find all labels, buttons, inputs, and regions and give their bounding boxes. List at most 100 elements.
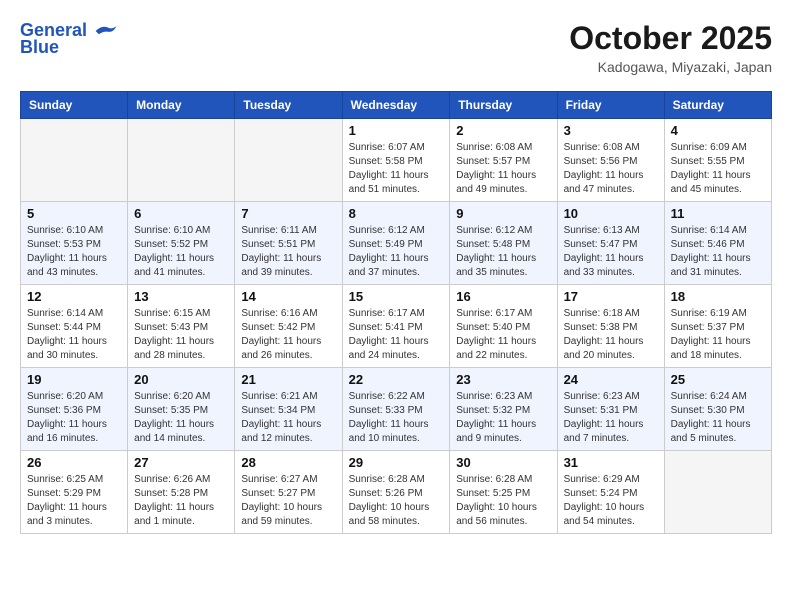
calendar-day-13: 13 Sunrise: 6:15 AM Sunset: 5:43 PM Dayli… bbox=[128, 285, 235, 368]
day-number: 19 bbox=[27, 372, 121, 387]
calendar-day-1: 1 Sunrise: 6:07 AM Sunset: 5:58 PM Daylig… bbox=[342, 119, 450, 202]
day-info: Sunrise: 6:12 AM Sunset: 5:49 PM Dayligh… bbox=[349, 224, 444, 280]
calendar-day-11: 11 Sunrise: 6:14 AM Sunset: 5:46 PM Dayli… bbox=[664, 202, 771, 285]
day-number: 23 bbox=[456, 372, 550, 387]
logo: General Blue bbox=[20, 20, 118, 58]
calendar-week-row: 26 Sunrise: 6:25 AM Sunset: 5:29 PM Dayli… bbox=[21, 451, 772, 534]
location-subtitle: Kadogawa, Miyazaki, Japan bbox=[569, 59, 772, 75]
title-block: October 2025 Kadogawa, Miyazaki, Japan bbox=[569, 20, 772, 75]
day-info: Sunrise: 6:11 AM Sunset: 5:51 PM Dayligh… bbox=[241, 224, 335, 280]
day-info: Sunrise: 6:24 AM Sunset: 5:30 PM Dayligh… bbox=[671, 390, 765, 446]
day-info: Sunrise: 6:12 AM Sunset: 5:48 PM Dayligh… bbox=[456, 224, 550, 280]
day-number: 27 bbox=[134, 455, 228, 470]
calendar-day-14: 14Sunrise: 6:16 AM Sunset: 5:42 PM Dayli… bbox=[235, 285, 342, 368]
calendar-week-row: 1 Sunrise: 6:07 AM Sunset: 5:58 PM Daylig… bbox=[21, 119, 772, 202]
day-info: Sunrise: 6:25 AM Sunset: 5:29 PM Dayligh… bbox=[27, 473, 121, 529]
page-header: General Blue October 2025 Kadogawa, Miya… bbox=[20, 20, 772, 75]
day-info: Sunrise: 6:20 AM Sunset: 5:36 PM Dayligh… bbox=[27, 390, 121, 446]
day-info: Sunrise: 6:26 AM Sunset: 5:28 PM Dayligh… bbox=[134, 473, 228, 529]
calendar-day-19: 19 Sunrise: 6:20 AM Sunset: 5:36 PM Dayli… bbox=[21, 368, 128, 451]
day-info: Sunrise: 6:29 AM Sunset: 5:24 PM Dayligh… bbox=[564, 473, 658, 529]
calendar-day-empty bbox=[21, 119, 128, 202]
day-info: Sunrise: 6:23 AM Sunset: 5:32 PM Dayligh… bbox=[456, 390, 550, 446]
calendar-week-row: 19 Sunrise: 6:20 AM Sunset: 5:36 PM Dayli… bbox=[21, 368, 772, 451]
day-number: 30 bbox=[456, 455, 550, 470]
calendar-day-28: 28 Sunrise: 6:27 AM Sunset: 5:27 PM Dayli… bbox=[235, 451, 342, 534]
day-info: Sunrise: 6:07 AM Sunset: 5:58 PM Dayligh… bbox=[349, 141, 444, 197]
day-number: 26 bbox=[27, 455, 121, 470]
calendar-table: SundayMondayTuesdayWednesdayThursdayFrid… bbox=[20, 91, 772, 534]
weekday-header-saturday: Saturday bbox=[664, 92, 771, 119]
day-number: 24 bbox=[564, 372, 658, 387]
day-info: Sunrise: 6:08 AM Sunset: 5:57 PM Dayligh… bbox=[456, 141, 550, 197]
day-number: 20 bbox=[134, 372, 228, 387]
calendar-day-20: 20 Sunrise: 6:20 AM Sunset: 5:35 PM Dayli… bbox=[128, 368, 235, 451]
day-info: Sunrise: 6:27 AM Sunset: 5:27 PM Dayligh… bbox=[241, 473, 335, 529]
day-number: 5 bbox=[27, 206, 121, 221]
weekday-header-friday: Friday bbox=[557, 92, 664, 119]
day-number: 28 bbox=[241, 455, 335, 470]
calendar-day-15: 15Sunrise: 6:17 AM Sunset: 5:41 PM Dayli… bbox=[342, 285, 450, 368]
calendar-day-3: 3 Sunrise: 6:08 AM Sunset: 5:56 PM Daylig… bbox=[557, 119, 664, 202]
day-info: Sunrise: 6:10 AM Sunset: 5:53 PM Dayligh… bbox=[27, 224, 121, 280]
day-info: Sunrise: 6:23 AM Sunset: 5:31 PM Dayligh… bbox=[564, 390, 658, 446]
calendar-day-18: 18 Sunrise: 6:19 AM Sunset: 5:37 PM Dayli… bbox=[664, 285, 771, 368]
day-number: 21 bbox=[241, 372, 335, 387]
day-info: Sunrise: 6:28 AM Sunset: 5:25 PM Dayligh… bbox=[456, 473, 550, 529]
day-info: Sunrise: 6:10 AM Sunset: 5:52 PM Dayligh… bbox=[134, 224, 228, 280]
day-number: 4 bbox=[671, 123, 765, 138]
calendar-day-7: 7Sunrise: 6:11 AM Sunset: 5:51 PM Daylig… bbox=[235, 202, 342, 285]
calendar-day-5: 5 Sunrise: 6:10 AM Sunset: 5:53 PM Daylig… bbox=[21, 202, 128, 285]
day-number: 31 bbox=[564, 455, 658, 470]
day-number: 3 bbox=[564, 123, 658, 138]
day-number: 15 bbox=[349, 289, 444, 304]
logo-bird-icon bbox=[94, 21, 118, 41]
calendar-week-row: 12Sunrise: 6:14 AM Sunset: 5:44 PM Dayli… bbox=[21, 285, 772, 368]
calendar-day-22: 22 Sunrise: 6:22 AM Sunset: 5:33 PM Dayli… bbox=[342, 368, 450, 451]
day-info: Sunrise: 6:09 AM Sunset: 5:55 PM Dayligh… bbox=[671, 141, 765, 197]
calendar-day-4: 4 Sunrise: 6:09 AM Sunset: 5:55 PM Daylig… bbox=[664, 119, 771, 202]
calendar-day-16: 16Sunrise: 6:17 AM Sunset: 5:40 PM Dayli… bbox=[450, 285, 557, 368]
day-info: Sunrise: 6:08 AM Sunset: 5:56 PM Dayligh… bbox=[564, 141, 658, 197]
calendar-day-empty bbox=[235, 119, 342, 202]
day-number: 1 bbox=[349, 123, 444, 138]
day-number: 14 bbox=[241, 289, 335, 304]
calendar-day-17: 17 Sunrise: 6:18 AM Sunset: 5:38 PM Dayli… bbox=[557, 285, 664, 368]
day-info: Sunrise: 6:19 AM Sunset: 5:37 PM Dayligh… bbox=[671, 307, 765, 363]
calendar-day-12: 12Sunrise: 6:14 AM Sunset: 5:44 PM Dayli… bbox=[21, 285, 128, 368]
day-info: Sunrise: 6:15 AM Sunset: 5:43 PM Dayligh… bbox=[134, 307, 228, 363]
weekday-header-row: SundayMondayTuesdayWednesdayThursdayFrid… bbox=[21, 92, 772, 119]
weekday-header-monday: Monday bbox=[128, 92, 235, 119]
day-number: 13 bbox=[134, 289, 228, 304]
calendar-day-2: 2Sunrise: 6:08 AM Sunset: 5:57 PM Daylig… bbox=[450, 119, 557, 202]
calendar-day-24: 24 Sunrise: 6:23 AM Sunset: 5:31 PM Dayli… bbox=[557, 368, 664, 451]
day-info: Sunrise: 6:20 AM Sunset: 5:35 PM Dayligh… bbox=[134, 390, 228, 446]
month-year-title: October 2025 bbox=[569, 20, 772, 57]
calendar-day-31: 31 Sunrise: 6:29 AM Sunset: 5:24 PM Dayli… bbox=[557, 451, 664, 534]
calendar-day-empty bbox=[664, 451, 771, 534]
calendar-day-25: 25 Sunrise: 6:24 AM Sunset: 5:30 PM Dayli… bbox=[664, 368, 771, 451]
day-number: 11 bbox=[671, 206, 765, 221]
day-number: 17 bbox=[564, 289, 658, 304]
day-info: Sunrise: 6:13 AM Sunset: 5:47 PM Dayligh… bbox=[564, 224, 658, 280]
day-number: 6 bbox=[134, 206, 228, 221]
calendar-week-row: 5 Sunrise: 6:10 AM Sunset: 5:53 PM Daylig… bbox=[21, 202, 772, 285]
calendar-day-8: 8Sunrise: 6:12 AM Sunset: 5:49 PM Daylig… bbox=[342, 202, 450, 285]
calendar-day-30: 30 Sunrise: 6:28 AM Sunset: 5:25 PM Dayli… bbox=[450, 451, 557, 534]
calendar-day-21: 21 Sunrise: 6:21 AM Sunset: 5:34 PM Dayli… bbox=[235, 368, 342, 451]
calendar-day-10: 10Sunrise: 6:13 AM Sunset: 5:47 PM Dayli… bbox=[557, 202, 664, 285]
day-info: Sunrise: 6:14 AM Sunset: 5:44 PM Dayligh… bbox=[27, 307, 121, 363]
day-number: 18 bbox=[671, 289, 765, 304]
day-info: Sunrise: 6:22 AM Sunset: 5:33 PM Dayligh… bbox=[349, 390, 444, 446]
calendar-day-29: 29Sunrise: 6:28 AM Sunset: 5:26 PM Dayli… bbox=[342, 451, 450, 534]
calendar-day-empty bbox=[128, 119, 235, 202]
day-info: Sunrise: 6:21 AM Sunset: 5:34 PM Dayligh… bbox=[241, 390, 335, 446]
calendar-day-26: 26 Sunrise: 6:25 AM Sunset: 5:29 PM Dayli… bbox=[21, 451, 128, 534]
day-number: 9 bbox=[456, 206, 550, 221]
day-number: 25 bbox=[671, 372, 765, 387]
day-info: Sunrise: 6:18 AM Sunset: 5:38 PM Dayligh… bbox=[564, 307, 658, 363]
day-number: 22 bbox=[349, 372, 444, 387]
day-info: Sunrise: 6:14 AM Sunset: 5:46 PM Dayligh… bbox=[671, 224, 765, 280]
calendar-day-6: 6 Sunrise: 6:10 AM Sunset: 5:52 PM Daylig… bbox=[128, 202, 235, 285]
day-number: 29 bbox=[349, 455, 444, 470]
